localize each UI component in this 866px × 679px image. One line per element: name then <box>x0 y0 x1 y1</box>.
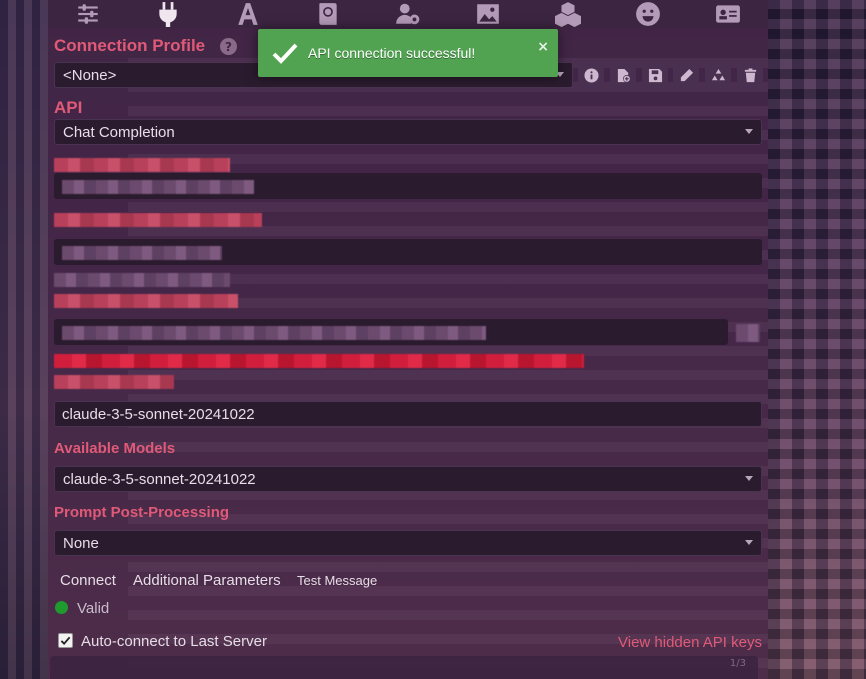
user-gear-icon[interactable] <box>394 1 422 27</box>
api-type-select[interactable]: Chat Completion <box>54 119 762 145</box>
sliders-icon[interactable] <box>74 1 102 27</box>
plug-icon[interactable] <box>154 1 182 27</box>
help-icon[interactable]: ? <box>220 38 237 55</box>
save-icon <box>648 68 662 82</box>
close-icon[interactable]: × <box>537 39 549 55</box>
connect-button[interactable]: Connect <box>60 572 116 589</box>
checkmark-icon <box>272 43 298 64</box>
connection-profile-value: <None> <box>63 66 117 84</box>
api-type-value: Chat Completion <box>63 123 175 141</box>
chevron-down-icon <box>745 129 753 134</box>
api-title: API <box>54 98 83 117</box>
redacted-label <box>54 158 230 172</box>
info-icon <box>583 67 599 83</box>
image-icon[interactable] <box>474 1 502 27</box>
file-plus-icon <box>617 68 631 83</box>
font-icon[interactable] <box>234 1 262 27</box>
id-card-icon[interactable] <box>714 1 742 27</box>
redacted-value <box>62 246 222 260</box>
success-toast[interactable]: API connection successful! × <box>258 29 558 77</box>
redacted-text <box>54 375 174 389</box>
redacted-label <box>54 213 262 227</box>
view-hidden-api-keys-link[interactable]: View hidden API keys <box>618 634 762 651</box>
prompt-post-processing-value: None <box>63 534 99 552</box>
book-globe-icon[interactable] <box>314 1 342 27</box>
model-input[interactable]: claude-3-5-sonnet-20241022 <box>54 401 762 427</box>
chevron-down-icon <box>745 476 753 481</box>
background-left <box>0 0 48 679</box>
redacted-value <box>62 326 486 340</box>
redacted-text <box>54 273 230 287</box>
trash-icon <box>744 67 756 82</box>
toast-message: API connection successful! <box>308 45 476 61</box>
status-indicator <box>55 601 68 614</box>
chat-input-bar: 1/3 <box>50 656 758 679</box>
redacted-label <box>54 294 238 308</box>
profile-create-button[interactable] <box>610 62 636 88</box>
profile-delete-button[interactable] <box>737 62 763 88</box>
available-models-value: claude-3-5-sonnet-20241022 <box>63 470 256 488</box>
redacted-warning <box>54 354 584 368</box>
connection-profile-title: Connection Profile <box>54 36 206 55</box>
background-right <box>768 0 866 679</box>
additional-parameters-button[interactable]: Additional Parameters <box>133 572 281 589</box>
status-text: Valid <box>77 600 110 617</box>
smiley-icon[interactable] <box>634 1 662 27</box>
chevron-down-icon <box>745 540 753 545</box>
available-models-title: Available Models <box>54 440 176 457</box>
redacted-button <box>736 324 760 342</box>
prompt-post-processing-title: Prompt Post-Processing <box>54 504 230 521</box>
profile-save-button[interactable] <box>642 62 668 88</box>
auto-connect-label: Auto-connect to Last Server <box>81 633 267 650</box>
prompt-post-processing-select[interactable]: None <box>54 530 762 556</box>
checkmark-icon <box>60 636 71 646</box>
auto-connect-checkbox[interactable] <box>58 633 73 648</box>
redacted-value <box>62 180 254 194</box>
recycle-icon <box>711 68 725 80</box>
page-indicator: 1/3 <box>729 658 746 669</box>
profile-info-button[interactable] <box>578 62 604 88</box>
top-nav-bar <box>48 0 768 28</box>
profile-reload-button[interactable] <box>705 62 731 88</box>
available-models-select[interactable]: claude-3-5-sonnet-20241022 <box>54 466 762 492</box>
test-message-button[interactable]: Test Message <box>297 573 377 588</box>
cubes-icon[interactable] <box>554 1 582 27</box>
pencil-icon <box>680 68 693 81</box>
profile-rename-button[interactable] <box>673 62 699 88</box>
